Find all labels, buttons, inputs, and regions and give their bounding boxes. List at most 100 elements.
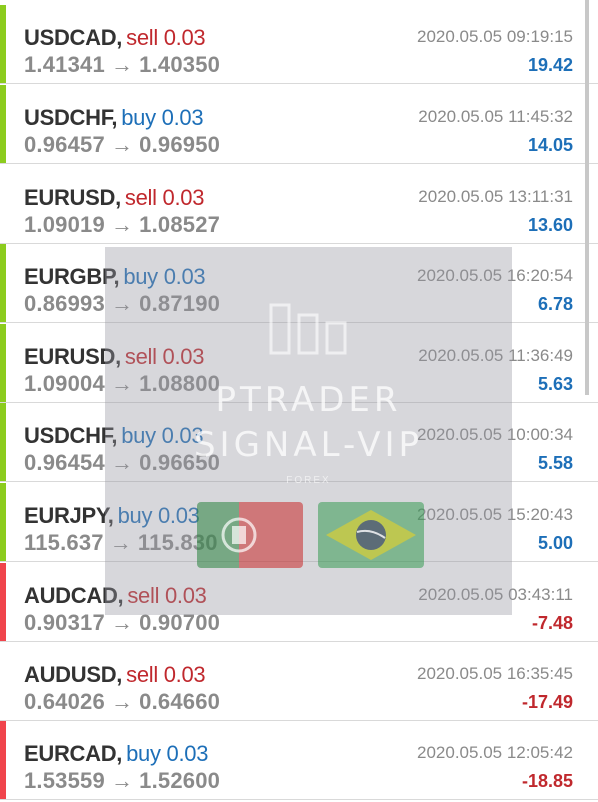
- trade-prices: 1.41341 → 1.40350: [24, 52, 220, 78]
- open-price: 1.09019: [24, 212, 105, 237]
- profit-indicator-bar: [0, 244, 6, 322]
- trade-profit: 5.00: [537, 533, 573, 553]
- symbol-label: EURJPY,: [24, 503, 114, 528]
- trade-time: 2020.05.05 11:45:32: [418, 107, 573, 126]
- trade-profit: -18.85: [521, 771, 573, 791]
- trade-action: sell 0.03: [127, 583, 207, 608]
- close-price: 1.52600: [139, 768, 221, 793]
- trade-row-6[interactable]: USDCHF, buy 0.03 0.96454 → 0.96650 2020.05.…: [0, 403, 598, 482]
- trade-time: 2020.05.05 11:36:49: [418, 346, 573, 365]
- trade-action: buy 0.03: [121, 423, 204, 448]
- trade-profit: -7.48: [531, 613, 573, 633]
- open-price: 0.96457: [24, 132, 105, 157]
- arrow-right-icon: →: [110, 768, 134, 793]
- trade-action: sell 0.03: [126, 25, 206, 50]
- trade-row-10[interactable]: EURCAD, buy 0.03 1.53559 → 1.52600 2020.05.…: [0, 721, 598, 800]
- trade-prices: 0.90317 → 0.90700: [24, 610, 220, 636]
- trade-prices: 0.86993 → 0.87190: [24, 291, 220, 317]
- arrow-right-icon: →: [109, 530, 132, 555]
- trade-action: sell 0.03: [124, 344, 205, 369]
- scrollbar[interactable]: [585, 0, 589, 395]
- open-price: 1.09004: [24, 371, 105, 396]
- trade-time: 2020.05.05 12:05:42: [417, 743, 573, 762]
- profit-indicator-bar: [0, 403, 6, 481]
- close-price: 1.08800: [139, 371, 221, 396]
- symbol-label: USDCHF,: [24, 423, 118, 448]
- trade-symbol: EURGBP, buy 0.03: [24, 264, 206, 290]
- trade-prices: 1.09019 → 1.08527: [24, 212, 220, 238]
- trade-symbol: AUDCAD, sell 0.03: [24, 583, 207, 609]
- symbol-label: EURGBP,: [24, 264, 120, 289]
- arrow-right-icon: →: [110, 52, 134, 77]
- profit-indicator-bar: [0, 5, 6, 83]
- trade-symbol: USDCAD, sell 0.03: [24, 25, 206, 51]
- open-price: 0.86993: [24, 291, 105, 316]
- trade-prices: 0.96454 → 0.96650: [24, 450, 220, 476]
- arrow-right-icon: →: [110, 212, 134, 237]
- trade-time: 2020.05.05 03:43:11: [418, 585, 573, 604]
- trade-prices: 1.53559 → 1.52600: [24, 768, 220, 794]
- trade-action: sell 0.03: [124, 185, 205, 210]
- trade-profit: 6.78: [537, 294, 573, 314]
- trade-profit: 5.63: [537, 374, 573, 394]
- trade-symbol: EURJPY, buy 0.03: [24, 503, 200, 529]
- close-price: 1.08527: [139, 212, 221, 237]
- arrow-right-icon: →: [110, 291, 134, 316]
- trade-profit: -17.49: [521, 692, 573, 712]
- trade-symbol: USDCHF, buy 0.03: [24, 105, 204, 131]
- profit-indicator-bar: [0, 85, 6, 163]
- trade-symbol: EURCAD, buy 0.03: [24, 741, 208, 767]
- close-price: 0.96950: [139, 132, 221, 157]
- trade-time: 2020.05.05 13:11:31: [418, 187, 573, 206]
- symbol-label: EURUSD,: [24, 344, 121, 369]
- trade-action: buy 0.03: [117, 503, 200, 528]
- trade-row-5[interactable]: EURUSD, sell 0.03 1.09004 → 1.08800 2020.05…: [0, 324, 598, 403]
- trade-prices: 115.637 → 115.830: [24, 530, 218, 556]
- trade-profit: 14.05: [527, 135, 573, 155]
- close-price: 0.87190: [139, 291, 221, 316]
- trade-time: 2020.05.05 15:20:43: [417, 505, 573, 524]
- open-price: 0.96454: [24, 450, 105, 475]
- trade-symbol: EURUSD, sell 0.03: [24, 344, 204, 370]
- arrow-right-icon: →: [110, 610, 134, 635]
- trade-time: 2020.05.05 16:35:45: [417, 664, 573, 683]
- trade-row-4[interactable]: EURGBP, buy 0.03 0.86993 → 0.87190 2020.05.…: [0, 244, 598, 323]
- profit-indicator-bar: [0, 483, 6, 561]
- open-price: 1.53559: [24, 768, 105, 793]
- trade-time: 2020.05.05 10:00:34: [417, 425, 573, 444]
- close-price: 1.40350: [139, 52, 221, 77]
- trade-prices: 1.09004 → 1.08800: [24, 371, 220, 397]
- symbol-label: AUDCAD,: [24, 583, 124, 608]
- arrow-right-icon: →: [110, 689, 134, 714]
- trade-profit: 13.60: [527, 215, 573, 235]
- trade-action: buy 0.03: [121, 105, 204, 130]
- trade-row-1[interactable]: USDCAD, sell 0.03 1.41341 → 1.40350 2020.05…: [0, 5, 598, 84]
- trade-row-9[interactable]: AUDUSD, sell 0.03 0.64026 → 0.64660 2020.05…: [0, 642, 598, 721]
- profit-indicator-bar: [0, 563, 6, 641]
- trade-row-8[interactable]: AUDCAD, sell 0.03 0.90317 → 0.90700 2020.05…: [0, 563, 598, 642]
- trade-prices: 0.96457 → 0.96950: [24, 132, 220, 158]
- trade-action: buy 0.03: [123, 264, 206, 289]
- trade-symbol: USDCHF, buy 0.03: [24, 423, 204, 449]
- trade-time: 2020.05.05 09:19:15: [417, 27, 573, 46]
- symbol-label: USDCAD,: [24, 25, 123, 50]
- trade-row-2[interactable]: USDCHF, buy 0.03 0.96457 → 0.96950 2020.05.…: [0, 85, 598, 164]
- profit-indicator-bar: [0, 721, 6, 799]
- symbol-label: USDCHF,: [24, 105, 118, 130]
- open-price: 0.64026: [24, 689, 105, 714]
- close-price: 0.96650: [139, 450, 221, 475]
- trade-row-3[interactable]: EURUSD, sell 0.03 1.09019 → 1.08527 2020.05…: [0, 165, 598, 244]
- open-price: 115.637: [24, 530, 104, 555]
- arrow-right-icon: →: [110, 371, 134, 396]
- open-price: 1.41341: [24, 52, 105, 77]
- trade-profit: 5.58: [537, 453, 573, 473]
- profit-indicator-bar: [0, 642, 6, 720]
- trade-history-list: USDCAD, sell 0.03 1.41341 → 1.40350 2020.05…: [0, 0, 598, 802]
- close-price: 0.90700: [139, 610, 221, 635]
- open-price: 0.90317: [24, 610, 105, 635]
- trade-row-7[interactable]: EURJPY, buy 0.03 115.637 → 115.830 2020.05.…: [0, 483, 598, 562]
- symbol-label: EURCAD,: [24, 741, 123, 766]
- trade-symbol: AUDUSD, sell 0.03: [24, 662, 206, 688]
- trade-action: buy 0.03: [126, 741, 209, 766]
- arrow-right-icon: →: [110, 132, 134, 157]
